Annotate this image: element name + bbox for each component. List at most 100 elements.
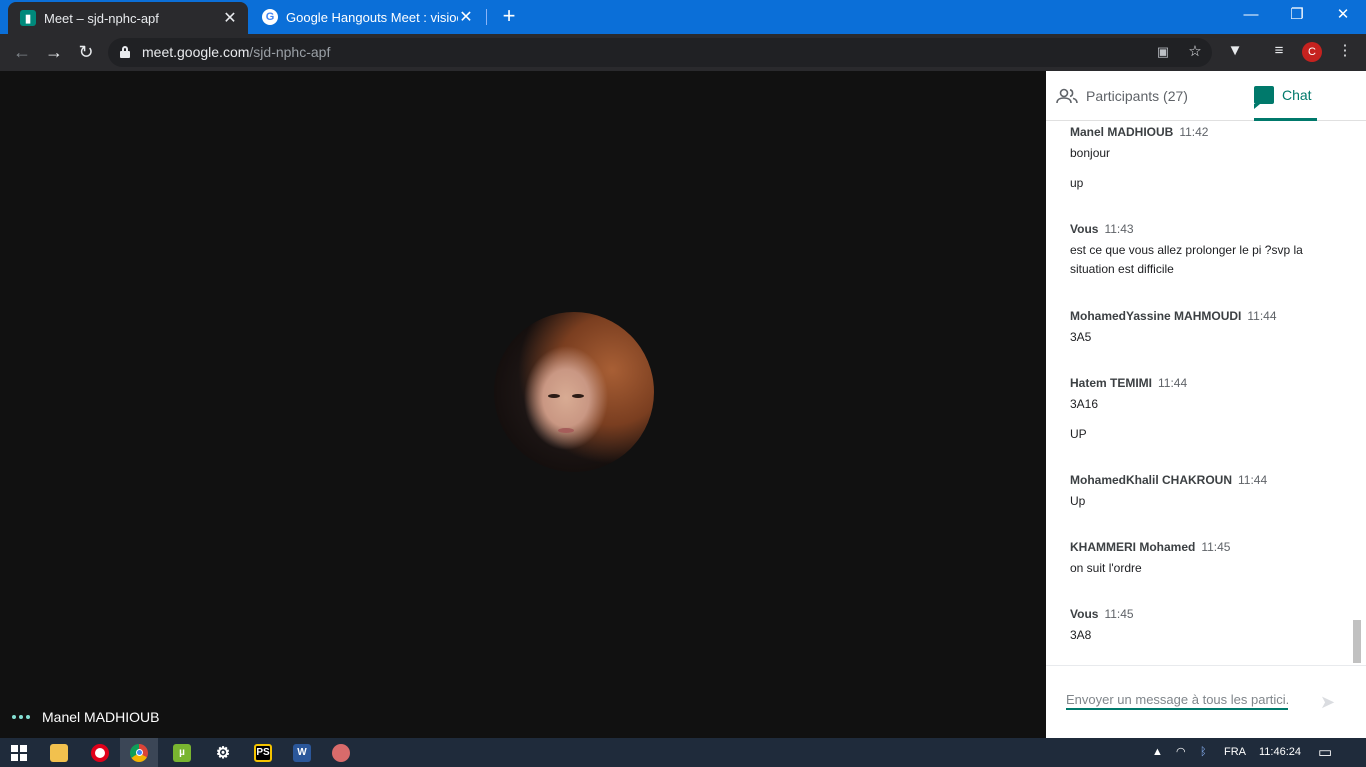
- tab-hangouts[interactable]: G Google Hangouts Meet : visiocor ✕: [250, 0, 484, 34]
- message-time: 11:42: [1179, 125, 1209, 139]
- side-panel: Participants (27) Chat Manel MADHIOUB 11:…: [1046, 71, 1366, 738]
- message-time: 11:45: [1201, 540, 1231, 554]
- message-sender: MohamedYassine MAHMOUDI: [1070, 309, 1242, 323]
- close-tab-icon[interactable]: ✕: [222, 8, 238, 28]
- message-text: est ce que vous allez prolonger le pi ?s…: [1070, 243, 1303, 276]
- start-button[interactable]: [0, 738, 38, 767]
- utorrent-icon: µ: [173, 743, 191, 762]
- message-time: 11:44: [1238, 473, 1268, 487]
- chat-message: Hatem TEMIMI 11:44 3A16 UP: [1070, 376, 1332, 444]
- menu-icon[interactable]: ⋮: [1334, 40, 1356, 62]
- taskbar-utorrent[interactable]: µ: [163, 738, 201, 767]
- message-sender: Vous: [1070, 607, 1099, 621]
- profile-avatar[interactable]: C: [1302, 42, 1322, 62]
- taskbar-opera[interactable]: [81, 738, 119, 767]
- message-sender: KHAMMERI Mohamed: [1070, 540, 1196, 554]
- message-time: 11:45: [1104, 607, 1134, 621]
- message-text: up: [1070, 176, 1084, 190]
- people-icon: [1056, 88, 1078, 104]
- camera-blocked-icon[interactable]: ▣: [1152, 41, 1174, 63]
- address-bar[interactable]: meet.google.com/sjd-nphc-apf ▣ ☆: [108, 38, 1212, 67]
- avatar-lips: [558, 428, 574, 433]
- taskbar-snipping-tool[interactable]: [322, 738, 360, 767]
- tab-title: Google Hangouts Meet : visiocor: [286, 9, 458, 25]
- vpn-extension-icon[interactable]: ▼: [1224, 40, 1246, 62]
- speaking-indicator-icon: [12, 715, 30, 719]
- message-text: Up: [1070, 494, 1086, 508]
- taskbar-file-explorer[interactable]: [40, 738, 78, 767]
- notifications-icon[interactable]: ▭: [1318, 738, 1332, 767]
- google-favicon-icon: G: [262, 9, 278, 25]
- taskbar-word[interactable]: W: [283, 738, 321, 767]
- message-sender: Hatem TEMIMI: [1070, 376, 1153, 390]
- windows-logo-icon: [11, 744, 27, 761]
- browser-toolbar: ← → ↻ meet.google.com/sjd-nphc-apf ▣ ☆ ▼…: [0, 34, 1366, 71]
- bookmark-star-icon[interactable]: ☆: [1184, 41, 1206, 63]
- minimize-button[interactable]: —: [1228, 0, 1274, 30]
- bluetooth-icon[interactable]: ᛒ: [1200, 738, 1207, 767]
- chat-message: KHAMMERI Mohamed 11:45 on suit l'ordre: [1070, 540, 1332, 578]
- meet-favicon-icon: ▮: [20, 10, 36, 26]
- show-hidden-icons[interactable]: ▲: [1152, 738, 1163, 767]
- chat-message: MohamedKhalil CHAKROUN 11:44 Up: [1070, 473, 1332, 511]
- tab-divider: [486, 9, 487, 25]
- chat-message: Vous 11:43 est ce que vous allez prolonge…: [1070, 222, 1332, 279]
- url-path: /sjd-nphc-apf: [249, 44, 331, 60]
- tab-chat[interactable]: Chat: [1254, 71, 1317, 121]
- message-text: 3A8: [1070, 628, 1092, 642]
- tab-title: Meet – sjd-nphc-apf: [44, 10, 159, 26]
- tab-meet[interactable]: ▮ Meet – sjd-nphc-apf ✕: [8, 2, 248, 34]
- folder-icon: [50, 743, 68, 762]
- clock[interactable]: 11:46:24: [1259, 738, 1301, 767]
- url-host: meet.google.com: [142, 44, 250, 60]
- opera-icon: [91, 743, 109, 762]
- message-sender: Manel MADHIOUB: [1070, 125, 1174, 139]
- wifi-icon[interactable]: ◠: [1176, 738, 1186, 767]
- message-text: 3A5: [1070, 330, 1092, 344]
- message-sender: Vous: [1070, 222, 1099, 236]
- close-window-button[interactable]: ✕: [1320, 0, 1366, 30]
- reload-button[interactable]: ↻: [72, 38, 100, 66]
- message-sender: MohamedKhalil CHAKROUN: [1070, 473, 1233, 487]
- back-button[interactable]: ←: [8, 38, 36, 66]
- chat-label: Chat: [1282, 86, 1312, 103]
- gear-icon: ⚙: [215, 744, 231, 762]
- message-time: 11:44: [1247, 309, 1277, 323]
- message-text: bonjour: [1070, 146, 1111, 160]
- avatar-eye: [572, 394, 584, 398]
- language-indicator[interactable]: FRA: [1224, 738, 1246, 767]
- chat-message-input[interactable]: [1066, 690, 1288, 710]
- chat-messages[interactable]: Manel MADHIOUB 11:42 bonjour up Vous 11:43…: [1046, 123, 1366, 663]
- chat-scrollbar[interactable]: [1353, 620, 1361, 663]
- message-text: on suit l'ordre: [1070, 561, 1142, 575]
- send-icon[interactable]: ➤: [1320, 692, 1340, 712]
- chat-message: MohamedYassine MAHMOUDI 11:44 3A5: [1070, 309, 1332, 347]
- restore-button[interactable]: ❐: [1274, 0, 1320, 30]
- tab-participants[interactable]: Participants (27): [1056, 71, 1188, 121]
- taskbar-settings[interactable]: ⚙: [204, 738, 242, 767]
- lock-icon[interactable]: [120, 46, 130, 58]
- avatar-eye: [548, 394, 560, 398]
- panel-tabs: Participants (27) Chat: [1046, 71, 1366, 121]
- chat-compose: ➤: [1046, 665, 1366, 738]
- message-time: 11:44: [1158, 376, 1188, 390]
- participants-label: Participants (27): [1086, 88, 1188, 104]
- new-tab-button[interactable]: +: [497, 4, 521, 30]
- taskbar-chrome[interactable]: [120, 738, 158, 767]
- chrome-icon: [130, 743, 148, 762]
- message-time: 11:43: [1104, 222, 1134, 236]
- browser-tabstrip: ▮ Meet – sjd-nphc-apf ✕ G Google Hangout…: [0, 0, 1366, 34]
- close-tab-icon[interactable]: ✕: [458, 7, 474, 27]
- word-icon: W: [293, 743, 311, 762]
- snipping-tool-icon: [332, 743, 350, 762]
- url-text: meet.google.com/sjd-nphc-apf: [142, 44, 330, 60]
- windows-taskbar: µ ⚙ PS W ▲ ◠ ᛒ FRA 11:46:24 ▭: [0, 738, 1366, 767]
- meeting-stage: Manel MADHIOUB: [0, 71, 1046, 738]
- media-controls-icon[interactable]: ≡: [1268, 40, 1290, 62]
- phpstorm-icon: PS: [254, 743, 272, 762]
- chat-message: Manel MADHIOUB 11:42 bonjour up: [1070, 125, 1332, 193]
- chat-message: Vous 11:45 3A8: [1070, 607, 1332, 645]
- taskbar-phpstorm[interactable]: PS: [244, 738, 282, 767]
- speaker-name: Manel MADHIOUB: [42, 709, 160, 725]
- forward-button[interactable]: →: [40, 38, 68, 66]
